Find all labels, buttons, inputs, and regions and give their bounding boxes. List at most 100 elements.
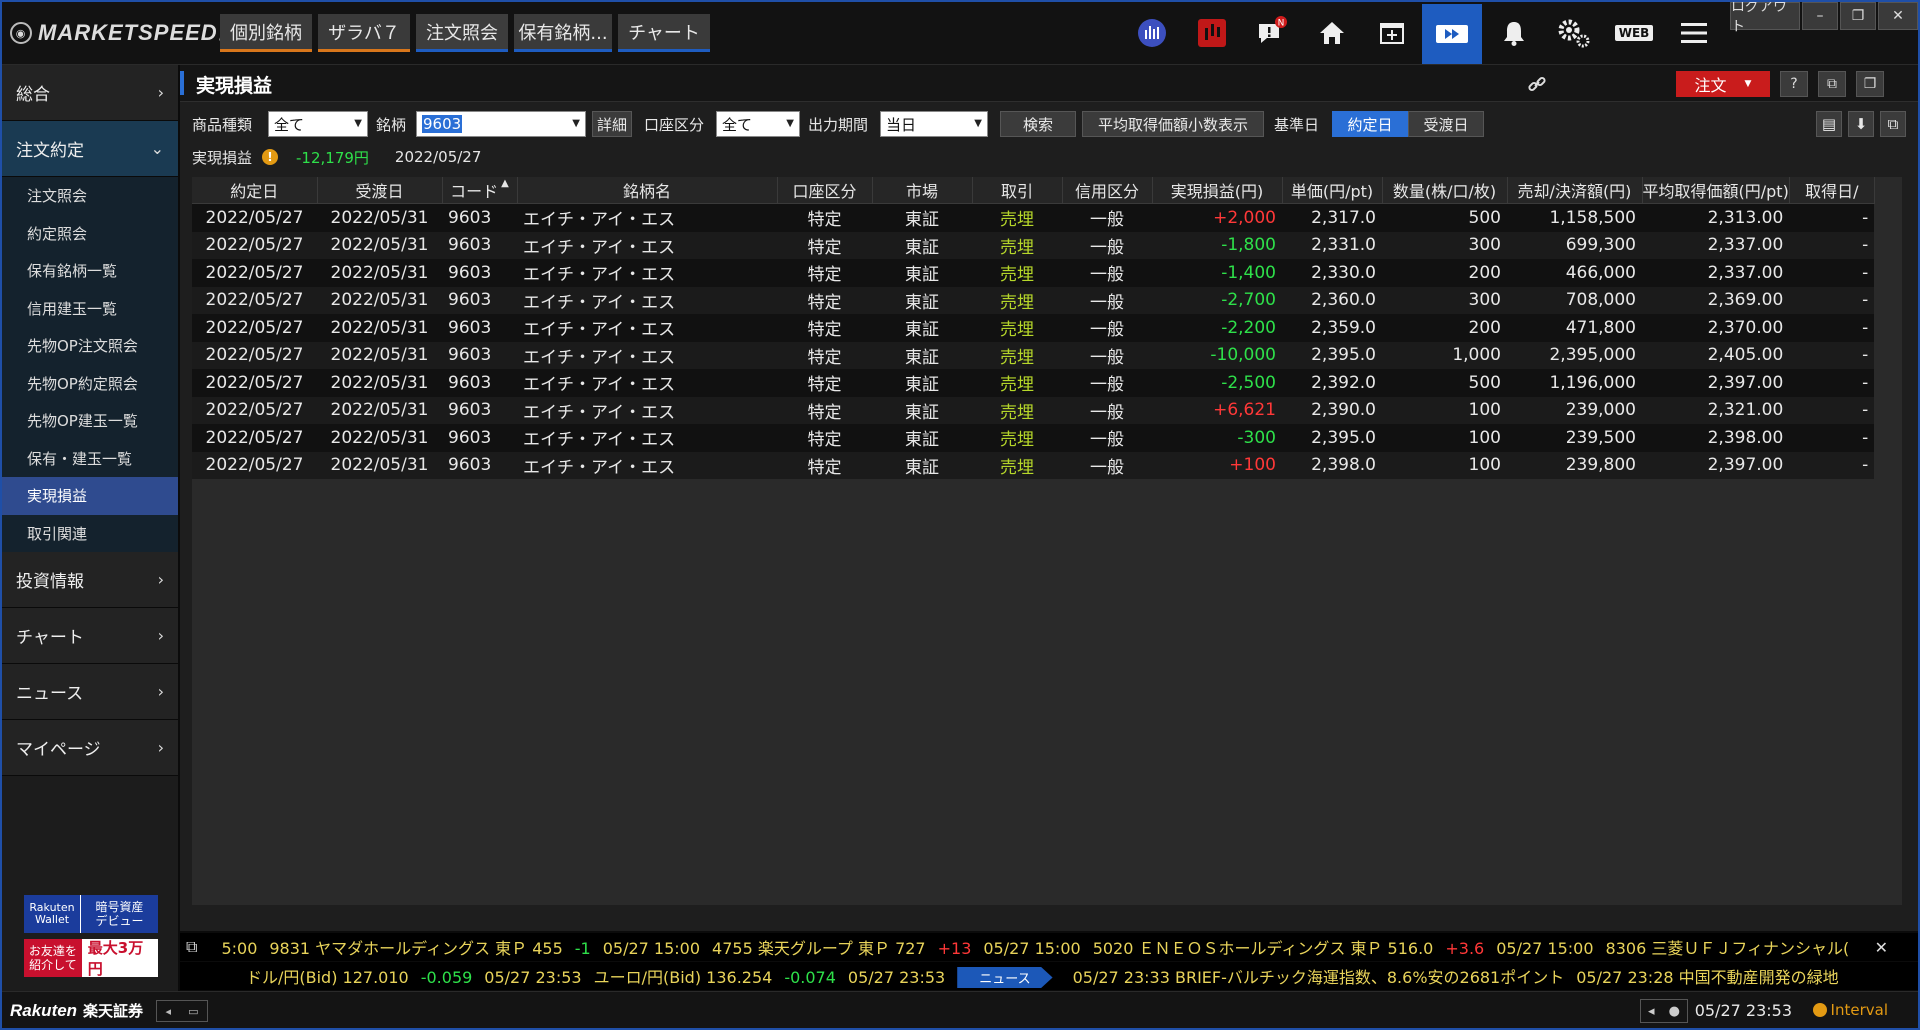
settings-gear-icon[interactable] <box>1552 12 1596 54</box>
col-code[interactable]: コード ▲ <box>442 177 518 204</box>
sidebar-item-futures-orders[interactable]: 先物OP注文照会 <box>2 327 178 365</box>
minimize-icon[interactable]: – <box>1802 2 1838 30</box>
col-avg-cost[interactable]: 平均取得価額(円/pt) <box>1642 177 1790 204</box>
new-window-icon[interactable]: ⧉ <box>1818 71 1846 97</box>
sidebar-item-futures-positions[interactable]: 先物OP建玉一覧 <box>2 402 178 440</box>
cell-code: 9603 <box>442 259 517 287</box>
sidebar-item-margin-positions[interactable]: 信用建玉一覧 <box>2 289 178 327</box>
copy-icon[interactable]: ⧉ <box>1880 111 1906 137</box>
table-row[interactable]: 2022/05/27 2022/05/31 9603 エイチ・アイ・エス 特定 東証 売埋一… <box>192 203 1875 232</box>
sidebar-section-mypage[interactable]: マイページ › <box>2 720 178 776</box>
table-row[interactable]: 2022/05/27 2022/05/31 9603 エイチ・アイ・エス 特定 東証 売埋一… <box>192 396 1875 424</box>
table-row[interactable]: 2022/05/27 2022/05/31 9603 エイチ・アイ・エス 特定 東証 売埋一… <box>192 424 1875 452</box>
sidebar-item-trade-related[interactable]: 取引関連 <box>2 514 178 552</box>
col-market[interactable]: 市場 <box>872 177 973 204</box>
base-date-label: 基準日 <box>1274 116 1320 134</box>
title-accent-bar <box>180 71 184 95</box>
table-row[interactable]: 2022/05/27 2022/05/31 9603 エイチ・アイ・エス 特定 東証 売埋一… <box>192 259 1875 287</box>
output-period-select[interactable]: 当日 ▼ <box>880 111 988 137</box>
settlement-date-toggle[interactable]: 受渡日 <box>1408 111 1484 137</box>
col-name[interactable]: 銘柄名 <box>517 177 778 204</box>
col-trade-date[interactable]: 約定日 <box>192 177 318 204</box>
tab-zaraba7[interactable]: ザラバ７ <box>318 14 410 52</box>
table-row[interactable]: 2022/05/27 2022/05/31 9603 エイチ・アイ・エス 特定 東証 売埋一… <box>192 231 1875 259</box>
link-icon[interactable] <box>1522 71 1552 97</box>
sidebar-item-realized-pnl[interactable]: 実現損益 <box>2 477 178 515</box>
product-type-select[interactable]: 全て ▼ <box>268 111 368 137</box>
interval-indicator[interactable]: Interval <box>1812 1001 1888 1019</box>
speaker-icon: ◂ <box>165 1004 172 1018</box>
candlestick-icon[interactable] <box>1190 12 1234 54</box>
col-settle-date[interactable]: 受渡日 <box>317 177 443 204</box>
cell-quantity: 100 <box>1382 396 1507 424</box>
avg-price-decimal-button[interactable]: 平均取得価額小数表示 <box>1082 111 1264 137</box>
news-tag[interactable]: ニュース <box>957 967 1053 988</box>
ticker-window-icon[interactable]: ⧉ <box>186 937 197 957</box>
ticker-item: -1 <box>574 939 591 958</box>
market-icon[interactable] <box>1130 12 1174 54</box>
sidebar-item-futures-executions[interactable]: 先物OP約定照会 <box>2 364 178 402</box>
search-button[interactable]: 検索 <box>1000 111 1076 137</box>
table-row[interactable]: 2022/05/27 2022/05/31 9603 エイチ・アイ・エス 特定 東証 売埋一… <box>192 451 1875 479</box>
tab-individual-stock[interactable]: 個別銘柄 <box>220 14 312 52</box>
detail-button[interactable]: 詳細 <box>592 111 632 137</box>
sidebar-item-holdings-list[interactable]: 保有銘柄一覧 <box>2 252 178 290</box>
ticker-items: ドル/円(Bid) 127.010 -0.059 05/27 23:53 ユーロ/円(… <box>246 964 1851 988</box>
ticker-item: +13 <box>937 939 972 958</box>
cell-name: エイチ・アイ・エス <box>517 259 777 287</box>
popout-icon[interactable]: ❐ <box>1856 71 1884 97</box>
col-account[interactable]: 口座区分 <box>777 177 873 204</box>
order-button[interactable]: 注文 ▼ <box>1676 71 1770 97</box>
cell-sale-amount: 471,800 <box>1507 314 1642 342</box>
close-ticker-icon[interactable]: ✕ <box>1866 937 1888 957</box>
download-icon[interactable]: ⬇ <box>1848 111 1874 137</box>
table-row[interactable]: 2022/05/27 2022/05/31 9603 エイチ・アイ・エス 特定 東証 売埋一… <box>192 314 1875 342</box>
menu-icon[interactable] <box>1672 12 1716 54</box>
sidebar-section-overview[interactable]: 総合 › <box>2 65 178 121</box>
cell-market: 東証 <box>872 314 972 342</box>
sidebar-section-orders[interactable]: 注文約定 ⌄ <box>2 121 178 177</box>
col-margin-type[interactable]: 信用区分 <box>1062 177 1153 204</box>
restore-icon[interactable]: ❐ <box>1840 2 1876 30</box>
calculator-icon[interactable]: ▤ <box>1816 111 1842 137</box>
tab-chart[interactable]: チャート <box>618 14 710 52</box>
web-icon[interactable]: WEB <box>1612 12 1656 54</box>
col-acquire-date[interactable]: 取得日/ <box>1789 177 1875 204</box>
close-icon[interactable]: ✕ <box>1878 2 1918 30</box>
col-realized-pnl[interactable]: 実現損益(円) <box>1152 177 1283 204</box>
ticker-item: 05/27 23:53 <box>847 968 946 987</box>
alert-icon[interactable]: N <box>1250 12 1294 54</box>
table-row[interactable]: 2022/05/27 2022/05/31 9603 エイチ・アイ・エス 特定 東証 売埋一… <box>192 341 1875 369</box>
sidebar-item-order-inquiry[interactable]: 注文照会 <box>2 177 178 215</box>
wallet-banner[interactable]: Rakuten Wallet 暗号資産 デビュー <box>24 895 158 933</box>
col-unit-price[interactable]: 単価(円/pt) <box>1282 177 1383 204</box>
table-row[interactable]: 2022/05/27 2022/05/31 9603 エイチ・アイ・エス 特定 東証 売埋一… <box>192 369 1875 397</box>
home-icon[interactable] <box>1310 12 1354 54</box>
logout-button[interactable]: ログアウト <box>1730 2 1800 35</box>
account-type-select[interactable]: 全て ▼ <box>716 111 800 137</box>
cell-name: エイチ・アイ・エス <box>517 396 777 424</box>
col-quantity[interactable]: 数量(株/口/枚) <box>1382 177 1508 204</box>
layout-icon[interactable] <box>1422 4 1482 64</box>
table-row[interactable]: 2022/05/27 2022/05/31 9603 エイチ・アイ・エス 特定 東証 売埋一… <box>192 286 1875 314</box>
trade-date-toggle[interactable]: 約定日 <box>1332 111 1408 137</box>
col-trade[interactable]: 取引 <box>972 177 1063 204</box>
tab-order-inquiry[interactable]: 注文照会 <box>416 14 508 52</box>
filter-bar: 商品種類 全て ▼ 銘柄 9603 ▼ 詳細 口座区分 全て ▼ 出力期間 当日… <box>192 111 1912 137</box>
warning-icon[interactable]: ! <box>262 149 279 165</box>
col-sale-amount[interactable]: 売却/決済額(円) <box>1507 177 1643 204</box>
user-status[interactable]: ◂ ● <box>1640 999 1688 1023</box>
symbol-input[interactable]: 9603 ▼ <box>416 111 586 137</box>
sound-toggle[interactable]: ◂ ▭ <box>156 1000 208 1022</box>
tab-holdings[interactable]: 保有銘柄... <box>514 14 612 52</box>
sidebar-section-news[interactable]: ニュース › <box>2 664 178 720</box>
sidebar-item-execution-inquiry[interactable]: 約定照会 <box>2 214 178 252</box>
sidebar-item-holdings-positions[interactable]: 保有・建玉一覧 <box>2 439 178 477</box>
sidebar-section-investment-info[interactable]: 投資情報 › <box>2 552 178 608</box>
sidebar-section-chart[interactable]: チャート › <box>2 608 178 664</box>
add-window-icon[interactable] <box>1370 12 1414 54</box>
bell-icon[interactable] <box>1492 12 1536 54</box>
cell-quantity: 100 <box>1382 451 1507 479</box>
help-icon[interactable]: ? <box>1780 71 1808 97</box>
referral-banner[interactable]: お友達を 紹介して 最大3万円 <box>24 939 158 978</box>
